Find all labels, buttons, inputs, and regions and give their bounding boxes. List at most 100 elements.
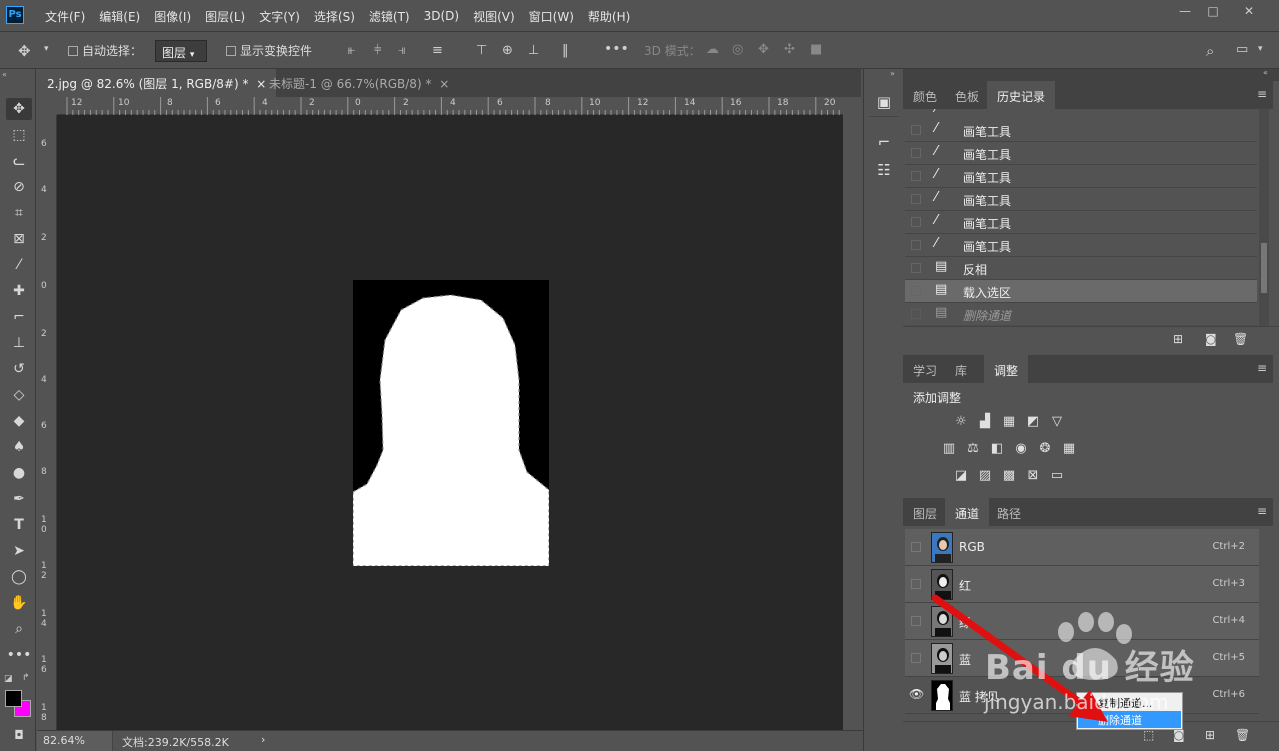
collapse-icon[interactable]: » — [890, 69, 895, 78]
frame-tool-icon[interactable]: ⊠ — [6, 228, 32, 250]
restore-button[interactable]: □ — [1200, 4, 1226, 20]
history-item[interactable]: ⁄ 画笔工具 — [905, 188, 1257, 211]
panel-menu-icon[interactable]: ≡ — [1257, 504, 1267, 518]
history-item[interactable]: ⁄ 画笔工具 — [905, 165, 1257, 188]
align-top-icon[interactable]: ⊤ — [476, 43, 487, 58]
history-item[interactable]: ⁄ 画笔工具 — [905, 142, 1257, 165]
menu-help[interactable]: 帮助(H) — [581, 8, 637, 25]
pen-tool-icon[interactable]: ✒ — [6, 488, 32, 510]
history-item[interactable]: ⁄ 画笔工具 — [905, 234, 1257, 257]
visibility-toggle[interactable] — [911, 542, 921, 552]
collapse-icon[interactable]: « — [2, 70, 7, 79]
menu-layer[interactable]: 图层(L) — [198, 8, 252, 25]
visibility-toggle[interactable] — [911, 616, 921, 626]
menu-select[interactable]: 选择(S) — [307, 8, 362, 25]
crop-tool-icon[interactable]: ⌗ — [6, 202, 32, 224]
clone-stamp-tool-icon[interactable]: ⊥ — [6, 332, 32, 354]
tab-close-icon[interactable]: × — [439, 77, 449, 91]
3d-scale-icon[interactable]: ■ — [810, 42, 822, 57]
show-transform-checkbox[interactable]: 显示变换控件 — [226, 42, 312, 60]
menu-file[interactable]: 文件(F) — [38, 8, 92, 25]
threshold-icon[interactable]: ▩ — [1001, 468, 1017, 484]
healing-brush-tool-icon[interactable]: ✚ — [6, 280, 32, 302]
eye-icon[interactable]: 👁 — [909, 687, 924, 701]
selective-color-icon[interactable]: ⊠ — [1025, 468, 1041, 484]
levels-icon[interactable]: ▟ — [977, 414, 993, 430]
photo-filter-icon[interactable]: ◉ — [1013, 441, 1029, 457]
trash-icon[interactable]: 🗑 — [1233, 332, 1248, 346]
camera-snapshot-icon[interactable]: ◙ — [1205, 332, 1217, 346]
mask-icon[interactable]: ◙ — [1173, 728, 1185, 742]
status-menu-arrow-icon[interactable]: › — [261, 733, 265, 746]
visibility-toggle[interactable] — [911, 579, 921, 589]
channel-row-rgb[interactable]: RGB Ctrl+2 — [905, 529, 1259, 566]
dodge-tool-icon[interactable]: ● — [6, 462, 32, 484]
swap-colors-icon[interactable]: ↱ — [22, 673, 30, 683]
trash-icon[interactable]: 🗑 — [1235, 728, 1250, 742]
snapshot-checkbox[interactable] — [911, 194, 921, 204]
move-tool-icon[interactable]: ✥ — [18, 42, 31, 60]
search-icon[interactable]: ⌕ — [1206, 42, 1214, 60]
vertical-scrollbar[interactable] — [843, 97, 861, 730]
vibrance-icon[interactable]: ▽ — [1049, 414, 1065, 430]
black-white-icon[interactable]: ◧ — [989, 441, 1005, 457]
tab-channels[interactable]: 通道 — [945, 498, 990, 526]
menu-filter[interactable]: 滤镜(T) — [362, 8, 417, 25]
history-scrollbar[interactable] — [1259, 109, 1269, 326]
workspace-icon[interactable]: ▭ — [1236, 42, 1248, 57]
new-channel-icon[interactable]: ⊞ — [1205, 728, 1215, 742]
snapshot-checkbox[interactable] — [911, 148, 921, 158]
tab-libraries[interactable]: 库 — [945, 355, 977, 383]
hand-tool-icon[interactable]: ✋ — [6, 592, 32, 614]
align-center-icon[interactable]: ⫩ — [374, 43, 381, 58]
history-item[interactable]: ⁄ 画笔工具 — [905, 119, 1257, 142]
snapshot-checkbox[interactable] — [911, 125, 921, 135]
checkbox-icon[interactable] — [226, 46, 236, 56]
snapshot-checkbox[interactable] — [911, 240, 921, 250]
align-left-icon[interactable]: ⫦ — [348, 43, 355, 58]
3d-pan-icon[interactable]: ✥ — [758, 42, 769, 57]
foreground-color-swatch[interactable] — [5, 690, 22, 707]
menu-type[interactable]: 文字(Y) — [252, 8, 307, 25]
marquee-tool-icon[interactable]: ⬚ — [6, 124, 32, 146]
menu-view[interactable]: 视图(V) — [466, 8, 522, 25]
tab-learn[interactable]: 学习 — [903, 355, 947, 383]
tab-document-2[interactable]: 未标题-1 @ 66.7%(RGB/8) * × — [259, 69, 459, 97]
eraser-tool-icon[interactable]: ◇ — [6, 384, 32, 406]
minimize-button[interactable]: — — [1172, 4, 1198, 20]
3d-slide-icon[interactable]: ✣ — [784, 42, 795, 57]
snapshot-checkbox[interactable] — [911, 309, 921, 319]
document-image[interactable] — [353, 280, 549, 566]
gradient-map-icon[interactable]: ▭ — [1049, 468, 1065, 484]
distribute-horizontal-icon[interactable]: ‖ — [562, 43, 569, 58]
menu-3d[interactable]: 3D(D) — [417, 9, 466, 23]
zoom-tool-icon[interactable]: ⌕ — [6, 618, 32, 640]
default-colors-icon[interactable]: ◪ — [4, 674, 13, 684]
tab-color[interactable]: 颜色 — [903, 81, 947, 109]
checkbox-icon[interactable] — [68, 46, 78, 56]
more-tools-icon[interactable]: ••• — [6, 644, 32, 666]
align-right-icon[interactable]: ⫣ — [398, 43, 406, 58]
menu-image[interactable]: 图像(I) — [147, 8, 198, 25]
properties-icon[interactable]: ☷ — [869, 161, 899, 185]
invert-icon[interactable]: ◪ — [953, 468, 969, 484]
channel-mixer-icon[interactable]: ❂ — [1037, 441, 1053, 457]
menu-window[interactable]: 窗口(W) — [522, 8, 581, 25]
selection-to-channel-icon[interactable]: ⬚ — [1143, 728, 1154, 742]
snapshot-checkbox[interactable] — [911, 286, 921, 296]
move-tool-icon[interactable]: ✥ — [6, 98, 32, 120]
quick-mask-icon[interactable]: ◘ — [6, 724, 32, 746]
more-options-icon[interactable]: ••• — [604, 41, 629, 57]
history-brush-tool-icon[interactable]: ↺ — [6, 358, 32, 380]
zoom-level[interactable]: 82.64% — [43, 734, 85, 747]
panel-menu-icon[interactable]: ≡ — [1257, 87, 1267, 101]
menu-edit[interactable]: 编辑(E) — [92, 8, 147, 25]
channel-row-green[interactable]: 绿 Ctrl+4 — [905, 603, 1259, 640]
tab-layers[interactable]: 图层 — [903, 498, 947, 526]
snapshot-checkbox[interactable] — [911, 171, 921, 181]
visibility-toggle[interactable] — [911, 653, 921, 663]
tab-swatches[interactable]: 色板 — [945, 81, 989, 109]
exposure-icon[interactable]: ◩ — [1025, 414, 1041, 430]
hue-saturation-icon[interactable]: ▥ — [941, 441, 957, 457]
tab-document-1[interactable]: 2.jpg @ 82.6% (图层 1, RGB/8#) * × — [37, 69, 277, 97]
